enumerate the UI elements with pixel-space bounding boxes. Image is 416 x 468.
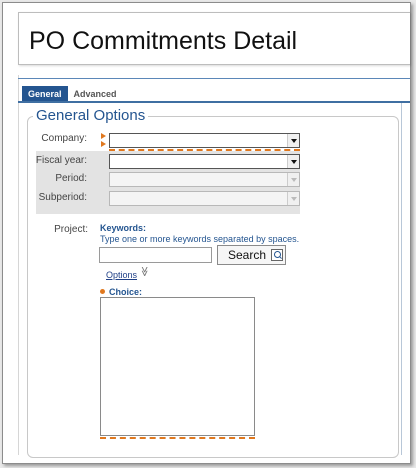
- page-title: PO Commitments Detail: [29, 27, 298, 55]
- keywords-label: Keywords:: [100, 223, 147, 233]
- tab-underline: [18, 101, 410, 103]
- fiscal-year-select[interactable]: [109, 154, 300, 169]
- required-indicator-line: [109, 149, 300, 151]
- subperiod-label: Subperiod:: [38, 192, 87, 203]
- company-label: Company:: [41, 133, 87, 144]
- content-right-border: [401, 103, 402, 455]
- chevron-down-icon: [287, 173, 299, 186]
- required-dot-icon: [100, 289, 105, 294]
- required-marker-icon: [101, 133, 106, 139]
- tab-bar: General Advanced: [22, 86, 123, 102]
- required-indicator-line: [100, 437, 255, 439]
- choice-label: Choice:: [109, 287, 143, 297]
- period-select[interactable]: [109, 172, 300, 187]
- keywords-hint: Type one or more keywords separated by s…: [100, 234, 300, 244]
- required-marker-icon: [101, 141, 106, 147]
- magnifier-icon: [271, 249, 283, 261]
- content-border: [18, 75, 19, 455]
- double-chevron-down-icon[interactable]: ≫: [139, 266, 150, 276]
- title-banner: PO Commitments Detail: [18, 12, 410, 65]
- header-divider: [18, 78, 410, 79]
- period-label: Period:: [55, 173, 87, 184]
- search-button[interactable]: Search: [217, 245, 286, 265]
- section-title: General Options: [33, 107, 149, 124]
- options-link[interactable]: Options: [106, 270, 137, 280]
- choice-listbox[interactable]: [100, 297, 255, 436]
- tab-general[interactable]: General: [22, 86, 68, 102]
- subperiod-select[interactable]: [109, 191, 300, 206]
- project-label: Project:: [54, 224, 88, 235]
- chevron-down-icon: [287, 134, 299, 147]
- chevron-down-icon: [287, 192, 299, 205]
- tab-advanced[interactable]: Advanced: [67, 86, 123, 102]
- keywords-input[interactable]: [99, 247, 212, 263]
- fiscal-year-label: Fiscal year:: [35, 155, 87, 166]
- chevron-down-icon: [287, 155, 299, 168]
- search-button-label: Search: [228, 248, 267, 262]
- company-select[interactable]: [109, 133, 300, 148]
